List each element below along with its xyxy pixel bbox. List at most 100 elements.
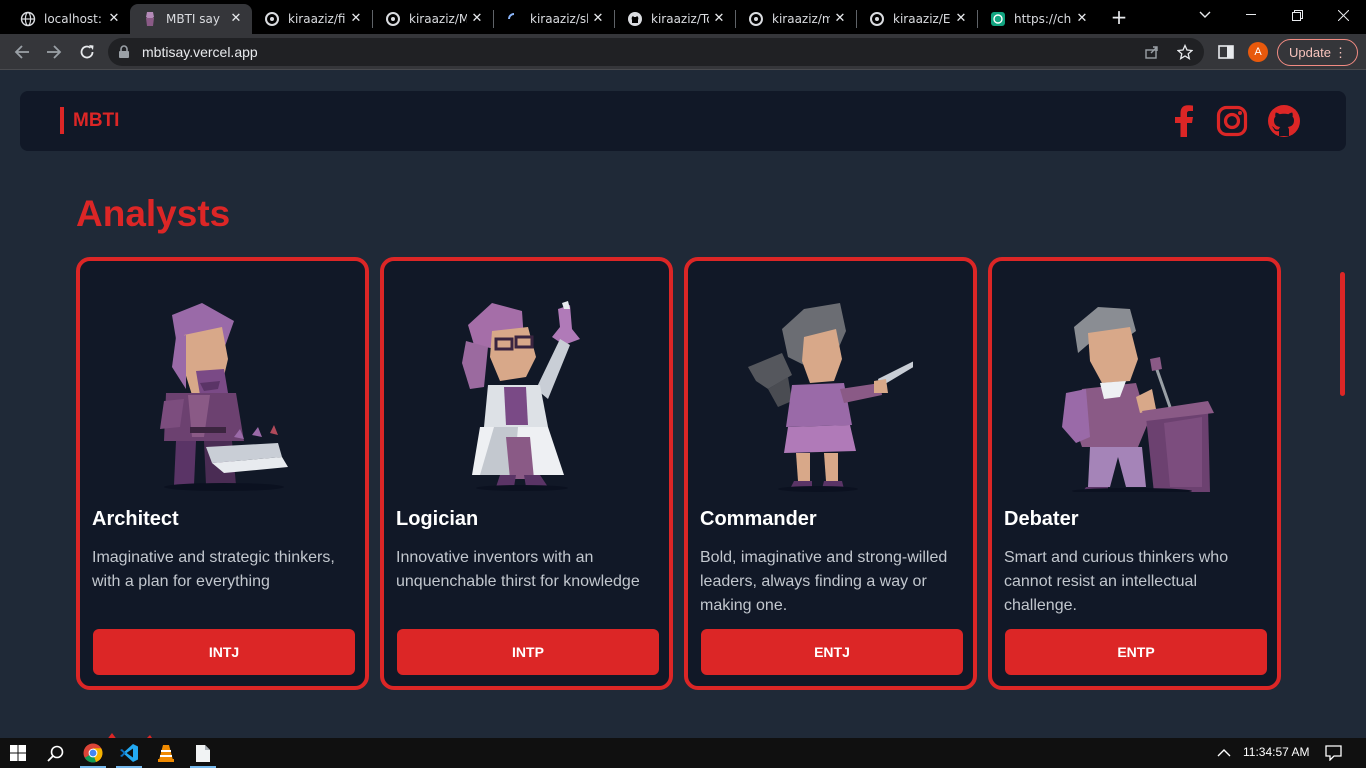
taskbar-clock[interactable]: 11:34:57 AM — [1243, 745, 1310, 759]
close-icon — [1337, 9, 1349, 21]
commander-illustration — [748, 303, 913, 492]
chatgpt-icon — [990, 11, 1006, 27]
card-architect[interactable]: Architect Imaginative and strategic thin… — [76, 257, 369, 690]
tab-kiraaziz-ele[interactable]: kiraaziz/Ele ✕ — [857, 4, 977, 34]
section-title: Analysts — [76, 193, 231, 234]
side-panel-icon[interactable] — [1218, 44, 1234, 60]
tab-label: https://cha — [1014, 12, 1072, 26]
page-content: MBTI Analysts Architect Imaginative and … — [0, 71, 1366, 738]
update-label: Update — [1289, 45, 1331, 60]
card-description: Bold, imaginative and strong-willed lead… — [700, 549, 948, 614]
card-title: Commander — [700, 508, 817, 530]
close-icon[interactable]: ✕ — [228, 11, 244, 27]
close-icon[interactable]: ✕ — [953, 11, 969, 27]
close-icon[interactable]: ✕ — [469, 11, 485, 27]
page-scrollbar-thumb[interactable] — [1340, 272, 1345, 396]
card-title: Architect — [92, 508, 179, 530]
card-title: Logician — [396, 508, 479, 530]
minimize-icon — [1246, 14, 1256, 15]
card-description: Smart and curious thinkers who cannot re… — [1004, 549, 1229, 614]
profile-avatar[interactable]: A — [1248, 42, 1268, 62]
debater-illustration — [1062, 307, 1214, 492]
intp-button[interactable]: INTP — [397, 629, 659, 675]
site-navbar: MBTI — [20, 91, 1346, 151]
close-icon[interactable]: ✕ — [590, 11, 606, 27]
search-icon[interactable] — [38, 738, 72, 768]
tab-kiraaziz-m2[interactable]: kiraaziz/m ✕ — [736, 4, 856, 34]
card-title: Debater — [1004, 508, 1079, 530]
minimize-button[interactable] — [1228, 0, 1274, 30]
address-bar[interactable]: mbtisay.vercel.app — [108, 38, 1204, 66]
tab-label: kiraaziz/To — [651, 12, 709, 26]
tab-mbti-say[interactable]: MBTI say ✕ — [130, 4, 252, 34]
facebook-icon[interactable] — [1168, 104, 1200, 138]
url-text: mbtisay.vercel.app — [142, 44, 258, 60]
close-icon[interactable]: ✕ — [1074, 11, 1090, 27]
tab-label: kiraaziz/m — [772, 12, 830, 26]
more-vert-icon: ⋮ — [1334, 45, 1347, 60]
lock-icon — [119, 45, 129, 58]
card-commander[interactable]: Commander Bold, imaginative and strong-w… — [684, 257, 977, 690]
tab-label: kiraaziz/Ele — [893, 12, 951, 26]
browser-toolbar: mbtisay.vercel.app A Update ⋮ — [0, 34, 1366, 70]
github-icon[interactable] — [1266, 104, 1302, 138]
architect-illustration — [160, 303, 288, 491]
tab-kiraaziz-m[interactable]: kiraaziz/M ✕ — [373, 4, 493, 34]
new-tab-button[interactable]: + — [1109, 7, 1129, 27]
card-description: Imaginative and strategic thinkers, with… — [92, 549, 335, 590]
arrow-left-icon — [14, 45, 29, 59]
instagram-icon[interactable] — [1215, 104, 1249, 138]
tab-label: kiraaziz/M — [409, 12, 467, 26]
intj-button[interactable]: INTJ — [93, 629, 355, 675]
repo-icon — [264, 11, 280, 27]
notepad-icon[interactable] — [186, 738, 220, 768]
repo-icon — [869, 11, 885, 27]
tab-localhost[interactable]: localhost:5 ✕ — [8, 4, 130, 34]
back-button[interactable] — [10, 40, 34, 64]
vscode-icon[interactable] — [112, 738, 146, 768]
logician-illustration — [462, 301, 580, 491]
close-icon[interactable]: ✕ — [832, 11, 848, 27]
chevron-up-icon[interactable] — [1217, 749, 1231, 757]
mbti-favicon-icon — [142, 11, 158, 27]
reload-button[interactable] — [75, 40, 99, 64]
tab-chatgpt[interactable]: https://cha ✕ — [978, 4, 1098, 34]
restore-icon — [1291, 9, 1303, 21]
bookmark-star-icon[interactable] — [1177, 44, 1193, 60]
entj-button[interactable]: ENTJ — [701, 629, 963, 675]
tab-label: kiraaziz/fir — [288, 12, 346, 26]
restore-button[interactable] — [1274, 0, 1320, 30]
arrow-right-icon — [47, 45, 62, 59]
share-icon[interactable] — [1144, 44, 1160, 60]
reload-icon — [80, 45, 94, 59]
card-debater[interactable]: Debater Smart and curious thinkers who c… — [988, 257, 1281, 690]
github-icon — [627, 11, 643, 27]
close-window-button[interactable] — [1320, 0, 1366, 30]
vlc-icon[interactable] — [149, 738, 183, 768]
card-description: Innovative inventors with an unquenchabl… — [396, 549, 640, 590]
browser-tab-strip: localhost:5 ✕ MBTI say ✕ kiraaziz/fir ✕ … — [0, 0, 1366, 34]
close-icon[interactable]: ✕ — [106, 11, 122, 27]
globe-icon — [20, 11, 36, 27]
close-icon[interactable]: ✕ — [711, 11, 727, 27]
windows-start-icon[interactable] — [1, 738, 35, 768]
tab-label: kiraaziz/sh — [530, 12, 588, 26]
windows-taskbar: 11:34:57 AM — [0, 738, 1366, 768]
update-button[interactable]: Update ⋮ — [1277, 39, 1358, 66]
site-logo[interactable]: MBTI — [60, 107, 119, 134]
loading-icon — [506, 11, 522, 27]
tab-kiraaziz-to[interactable]: kiraaziz/To ✕ — [615, 4, 735, 34]
chrome-icon[interactable] — [76, 738, 110, 768]
forward-button[interactable] — [42, 40, 66, 64]
tab-label: MBTI say — [166, 12, 220, 26]
repo-icon — [385, 11, 401, 27]
notification-icon[interactable] — [1325, 745, 1342, 761]
card-logician[interactable]: Logician Innovative inventors with an un… — [380, 257, 673, 690]
entp-button[interactable]: ENTP — [1005, 629, 1267, 675]
tab-search-button[interactable] — [1182, 0, 1228, 30]
tab-kiraaziz-fir[interactable]: kiraaziz/fir ✕ — [252, 4, 372, 34]
repo-icon — [748, 11, 764, 27]
tab-kiraaziz-sh[interactable]: kiraaziz/sh ✕ — [494, 4, 614, 34]
close-icon[interactable]: ✕ — [348, 11, 364, 27]
tab-label: localhost:5 — [44, 12, 102, 26]
